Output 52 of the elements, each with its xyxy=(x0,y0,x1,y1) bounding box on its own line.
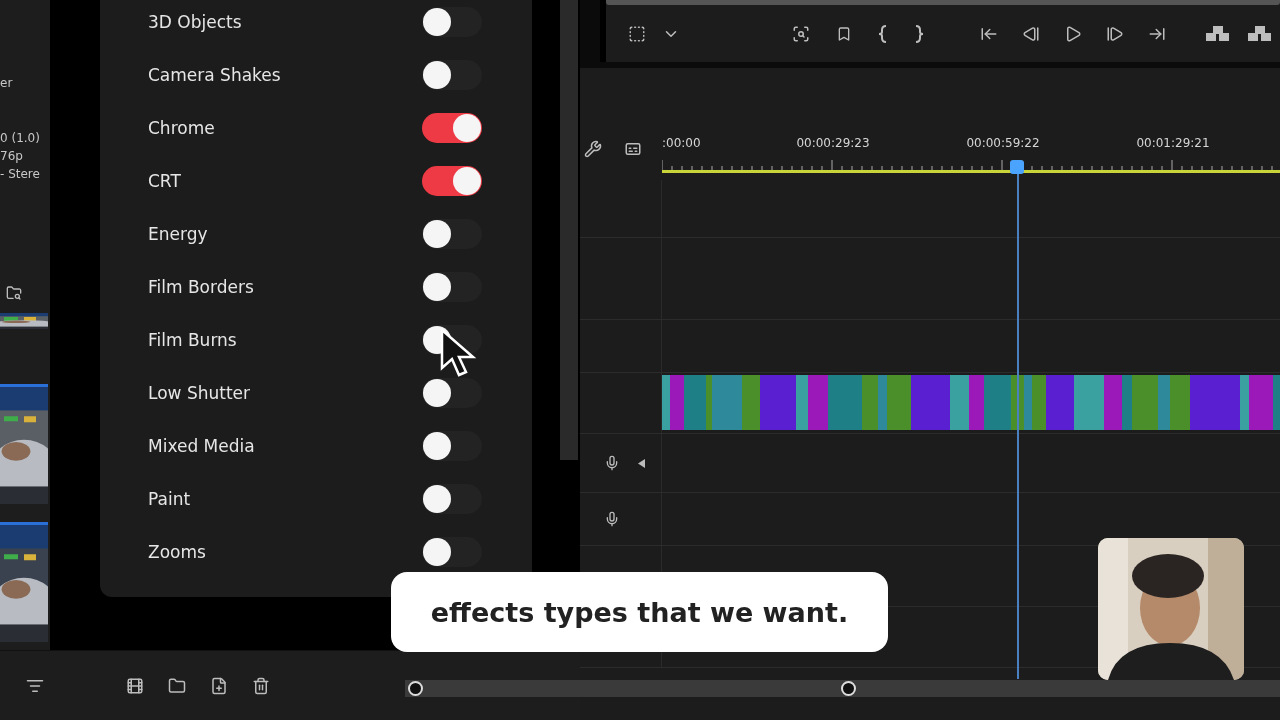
scrollbar[interactable] xyxy=(560,0,578,460)
marquee-select-icon[interactable] xyxy=(628,24,646,43)
timecode: 00:01:29:21 xyxy=(1135,136,1211,150)
timecode: 00:00:59:22 xyxy=(965,136,1041,150)
captions-icon[interactable] xyxy=(624,140,642,158)
clip-info-text: 76p xyxy=(0,148,24,165)
effect-label: Film Borders xyxy=(148,276,254,297)
clip-info-text: - Stere xyxy=(0,166,41,183)
mark-in-icon[interactable] xyxy=(878,24,888,43)
toggle-switch[interactable] xyxy=(422,483,482,514)
insert-icon[interactable] xyxy=(1206,25,1230,42)
timecode: 00:00:29:23 xyxy=(795,136,871,150)
clip-info-text: 0 (1.0) xyxy=(0,130,41,147)
step-back-icon[interactable] xyxy=(1022,24,1040,43)
effect-label: Low Shutter xyxy=(148,382,250,403)
effect-label: Chrome xyxy=(148,117,215,138)
toggle-switch[interactable] xyxy=(422,377,482,408)
caption-text: effects types that we want. xyxy=(430,596,849,628)
effect-label: Mixed Media xyxy=(148,435,255,456)
toggle-switch[interactable] xyxy=(422,218,482,249)
toggle-switch[interactable] xyxy=(422,430,482,461)
step-forward-icon[interactable] xyxy=(1106,24,1124,43)
trash-icon[interactable] xyxy=(252,676,270,695)
toggle-switch[interactable] xyxy=(422,271,482,302)
bin-icon[interactable] xyxy=(126,676,144,695)
folder-icon[interactable] xyxy=(168,676,186,695)
effect-label: Zooms xyxy=(148,541,206,562)
effect-label: CRT xyxy=(148,170,181,191)
timecode: :00:00 xyxy=(662,136,702,150)
effect-label: Paint xyxy=(148,488,191,509)
clip-info-text: er xyxy=(0,75,14,92)
effect-label: 3D Objects xyxy=(148,11,242,32)
toggle-switch[interactable] xyxy=(422,112,482,143)
microphone-icon[interactable] xyxy=(604,511,620,527)
microphone-icon[interactable] xyxy=(604,455,620,471)
triangle-left-icon[interactable] xyxy=(638,458,645,468)
toggle-switch[interactable] xyxy=(422,59,482,90)
overwrite-icon[interactable] xyxy=(1248,25,1272,42)
effect-label: Film Burns xyxy=(148,329,237,350)
toggle-switch[interactable] xyxy=(422,165,482,196)
marker-icon[interactable] xyxy=(836,25,852,42)
playhead-handle[interactable] xyxy=(1010,160,1024,174)
frame-search-icon[interactable] xyxy=(792,24,810,43)
play-icon[interactable] xyxy=(1064,24,1082,43)
effect-label: Energy xyxy=(148,223,208,244)
toggle-switch[interactable] xyxy=(422,536,482,567)
mark-out-icon[interactable] xyxy=(914,24,924,43)
effect-label: Camera Shakes xyxy=(148,64,281,85)
wrench-icon[interactable] xyxy=(584,140,602,158)
toggle-switch[interactable] xyxy=(422,6,482,37)
horizontal-scrollbar[interactable] xyxy=(405,680,1280,697)
new-item-icon[interactable] xyxy=(210,676,228,695)
